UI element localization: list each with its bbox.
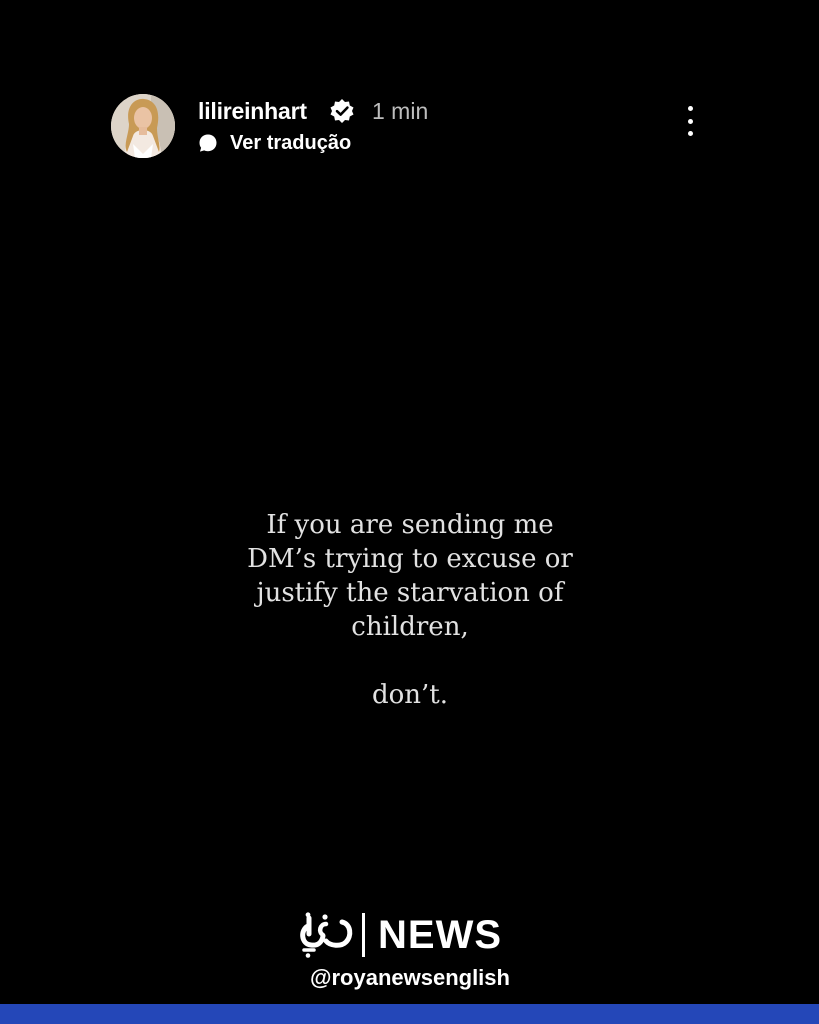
speech-bubble-icon	[199, 134, 217, 152]
see-translation-label: Ver tradução	[230, 132, 352, 154]
story-text-line: justify the starvation of	[256, 578, 564, 608]
roya-logo-icon	[300, 912, 353, 958]
story-text: If you are sending me DM’s trying to exc…	[160, 508, 660, 712]
verified-badge-icon	[330, 99, 354, 123]
avatar[interactable]	[111, 94, 175, 158]
story-header: lilireinhart 1 min Ver tradução	[111, 94, 711, 160]
profile-photo	[111, 94, 175, 158]
bottom-accent-bar	[0, 1004, 819, 1024]
username[interactable]: lilireinhart	[198, 97, 307, 125]
more-vertical-icon-dot	[687, 118, 693, 124]
more-vertical-icon-dot	[687, 131, 693, 136]
more-vertical-icon	[687, 106, 693, 111]
story-text-line: children,	[351, 612, 469, 642]
story-text-line: If you are sending me	[266, 510, 554, 540]
news-handle: @royanewsenglish	[310, 965, 510, 990]
story-text-line: DM’s trying to excuse or	[247, 544, 573, 574]
more-options-button[interactable]	[676, 103, 704, 139]
news-watermark: NEWS	[296, 910, 526, 960]
story-text-spacer	[160, 644, 660, 678]
timestamp: 1 min	[372, 98, 429, 124]
story-text-closing: don’t.	[371, 680, 449, 710]
brand-divider	[362, 913, 365, 957]
brand-name: NEWS	[378, 913, 502, 957]
